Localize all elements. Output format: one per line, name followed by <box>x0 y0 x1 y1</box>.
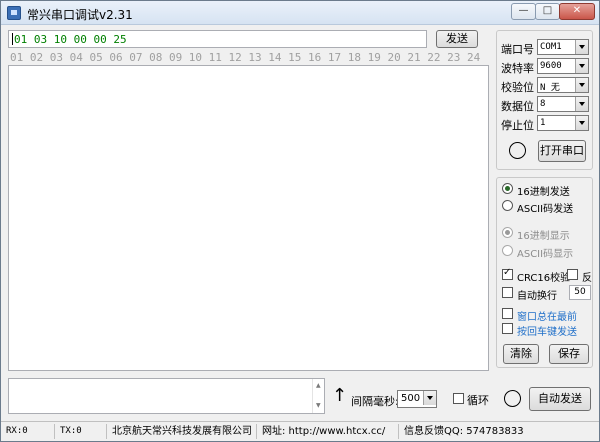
hex-send-radio[interactable] <box>502 183 513 194</box>
feedback-qq: 信息反馈QQ: 574783833 <box>404 426 524 437</box>
title-bar[interactable]: 常兴串口调试v2.31 — □ ✕ <box>1 1 599 25</box>
hex-send-label: 16进制发送 <box>517 187 570 198</box>
baud-label: 波特率 <box>501 62 534 75</box>
byte-index-ruler: 01 02 03 04 05 06 07 08 09 10 11 12 13 1… <box>10 51 481 64</box>
company-name: 北京航天常兴科技发展有限公司 <box>109 424 257 439</box>
chevron-down-icon[interactable] <box>423 391 436 405</box>
auto-send-status-indicator <box>504 390 521 407</box>
baud-select[interactable]: 9600 <box>537 58 589 74</box>
auto-send-text-area[interactable]: ▲ ▼ <box>8 378 325 414</box>
enter-send-label: 按回车键发送 <box>517 327 577 338</box>
ascii-show-label: ASCII码显示 <box>517 249 574 260</box>
app-window: 常兴串口调试v2.31 — □ ✕ 01 03 10 00 00 25 发送 0… <box>0 0 600 442</box>
close-button[interactable]: ✕ <box>559 3 595 20</box>
chevron-down-icon[interactable] <box>575 97 588 111</box>
app-icon <box>7 6 21 20</box>
baud-value: 9600 <box>540 61 562 71</box>
serial-settings-panel: 端口号 COM1 波特率 9600 校验位 N 无 数据位 8 停止位 1 打开… <box>496 30 593 170</box>
interval-label: 间隔毫秒: <box>351 395 399 408</box>
databits-select[interactable]: 8 <box>537 96 589 112</box>
databits-value: 8 <box>540 99 546 109</box>
maximize-button[interactable]: □ <box>535 3 560 20</box>
status-bar: RX:0 TX:0 北京航天常兴科技发展有限公司 网址: http://www.… <box>1 421 599 441</box>
arrow-up-icon[interactable]: ↑ <box>332 385 347 406</box>
scroll-down-icon[interactable]: ▼ <box>316 402 321 409</box>
scrollbar[interactable]: ▲ ▼ <box>312 379 324 413</box>
stopbits-label: 停止位 <box>501 119 534 132</box>
chevron-down-icon[interactable] <box>575 78 588 92</box>
receive-text-area[interactable] <box>8 65 489 371</box>
crc-checkbox[interactable] <box>502 267 513 280</box>
interval-select[interactable]: 500 <box>397 390 437 408</box>
scroll-up-icon[interactable]: ▲ <box>316 382 321 389</box>
auto-newline-checkbox[interactable] <box>502 287 513 298</box>
interval-value: 500 <box>401 393 421 404</box>
clear-button[interactable]: 清除 <box>503 344 539 364</box>
chevron-down-icon[interactable] <box>575 59 588 73</box>
stopbits-value: 1 <box>540 118 546 128</box>
auto-newline-label: 自动换行 <box>517 291 557 302</box>
on-top-label: 窗口总在最前 <box>517 312 577 323</box>
open-port-button[interactable]: 打开串口 <box>538 140 586 162</box>
stopbits-select[interactable]: 1 <box>537 115 589 131</box>
auto-send-button[interactable]: 自动发送 <box>529 387 591 411</box>
databits-label: 数据位 <box>501 100 534 113</box>
hex-show-label: 16进制显示 <box>517 231 570 242</box>
port-select[interactable]: COM1 <box>537 39 589 55</box>
hex-send-input[interactable]: 01 03 10 00 00 25 <box>8 30 427 48</box>
window-title: 常兴串口调试v2.31 <box>27 8 133 22</box>
text-caret <box>12 33 13 45</box>
minimize-button[interactable]: — <box>511 3 536 20</box>
send-button[interactable]: 发送 <box>436 30 478 48</box>
parity-select[interactable]: N 无 <box>537 77 589 93</box>
on-top-checkbox[interactable] <box>502 308 513 319</box>
ascii-send-label: ASCII码发送 <box>517 204 574 215</box>
reverse-label: 反 <box>582 273 592 284</box>
parity-value: N 无 <box>540 83 560 93</box>
enter-send-checkbox[interactable] <box>502 323 513 334</box>
website-link[interactable]: 网址: http://www.htcx.cc/ <box>259 424 399 439</box>
crc-label: CRC16校验 <box>517 273 571 284</box>
tx-count: TX:0 <box>57 424 107 439</box>
ascii-send-radio[interactable] <box>502 200 513 211</box>
hex-send-text: 01 03 10 00 00 25 <box>14 33 127 46</box>
save-button[interactable]: 保存 <box>549 344 589 364</box>
newline-width-input[interactable]: 50 <box>569 285 591 300</box>
ascii-show-radio[interactable] <box>502 245 513 256</box>
port-status-indicator <box>509 142 526 159</box>
parity-label: 校验位 <box>501 81 534 94</box>
reverse-checkbox[interactable] <box>567 269 578 280</box>
hex-show-radio[interactable] <box>502 227 513 238</box>
rx-count: RX:0 <box>3 424 55 439</box>
port-value: COM1 <box>540 42 562 52</box>
port-label: 端口号 <box>501 43 534 56</box>
cycle-checkbox[interactable] <box>453 393 464 404</box>
options-panel: 16进制发送 ASCII码发送 16进制显示 ASCII码显示 CRC16校验 … <box>496 177 593 368</box>
chevron-down-icon[interactable] <box>575 116 588 130</box>
chevron-down-icon[interactable] <box>575 40 588 54</box>
cycle-label: 循环 <box>467 394 489 407</box>
